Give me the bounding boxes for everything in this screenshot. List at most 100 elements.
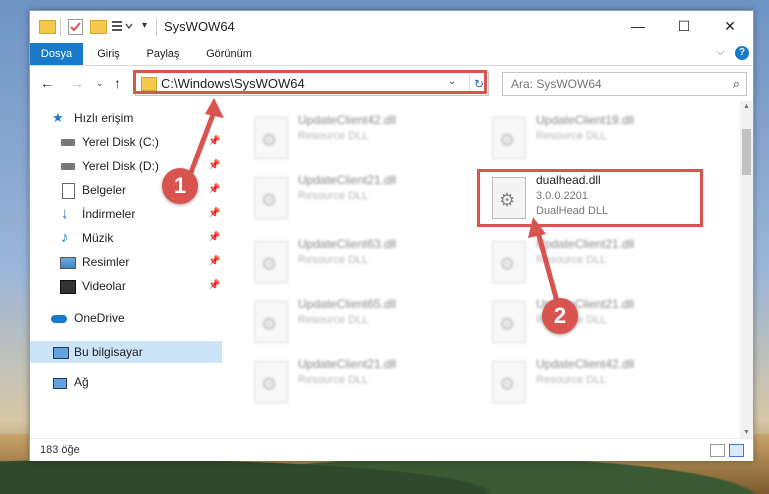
file-type: DualHead DLL — [536, 205, 609, 217]
sidebar-item-disk-c[interactable]: Yerel Disk (C:) 📌 — [30, 131, 222, 153]
star-icon: ★ — [52, 110, 64, 125]
dll-file-icon — [492, 177, 526, 219]
pin-icon: 📌 — [208, 232, 221, 243]
sidebar-item-label: Yerel Disk (D:) — [82, 159, 159, 173]
minimize-button[interactable]: — — [615, 11, 661, 41]
vertical-scrollbar[interactable]: ▲ ▼ — [740, 101, 753, 438]
file-item[interactable]: UpdateClient19.dll Resource DLL — [486, 113, 716, 163]
large-icons-view-icon[interactable] — [729, 444, 744, 457]
file-item[interactable]: UpdateClient65.dll Resource DLL — [248, 297, 478, 347]
computer-icon — [53, 347, 69, 359]
sidebar-item-network[interactable]: Ağ — [30, 371, 222, 393]
sidebar-item-label: Belgeler — [82, 183, 127, 197]
ribbon: Dosya Giriş Paylaş Görünüm ⌵ ? — [30, 43, 753, 66]
tab-home[interactable]: Giriş — [86, 43, 131, 65]
music-icon: ♪ — [61, 229, 69, 246]
dll-file-icon — [254, 361, 288, 403]
address-bar[interactable]: C:\Windows\SysWOW64 ⌄ ↻ — [135, 72, 489, 96]
file-item[interactable]: UpdateClient42.dll Resource DLL — [248, 113, 478, 163]
file-list: UpdateClient42.dll Resource DLL UpdateCl… — [222, 101, 740, 438]
file-item[interactable]: UpdateClient21.dll Resource DLL — [486, 237, 716, 287]
maximize-button[interactable]: ☐ — [661, 11, 707, 41]
sidebar-item-pictures[interactable]: Resimler 📌 — [30, 251, 222, 273]
pin-icon: 📌 — [208, 160, 221, 171]
navigation-pane: ★ Hızlı erişim Yerel Disk (C:) 📌 Yerel D… — [30, 101, 222, 438]
sidebar-item-music[interactable]: ♪ Müzik 📌 — [30, 227, 222, 249]
search-box[interactable]: Ara: SysWOW64 ⌕ — [502, 72, 747, 96]
sidebar-item-label: Yerel Disk (C:) — [82, 135, 159, 149]
close-button[interactable]: ✕ — [707, 11, 753, 41]
scroll-down-icon[interactable]: ▼ — [743, 429, 750, 436]
file-type: Resource DLL — [536, 374, 607, 386]
address-path[interactable]: C:\Windows\SysWOW64 — [161, 76, 305, 91]
details-view-icon[interactable] — [710, 444, 725, 457]
refresh-icon[interactable]: ↻ — [469, 74, 488, 94]
properties-check-icon[interactable] — [68, 19, 83, 35]
customize-toolbar-icon[interactable] — [112, 20, 134, 32]
folder-icon — [141, 77, 157, 91]
new-folder-icon[interactable] — [90, 20, 107, 34]
search-icon[interactable]: ⌕ — [733, 76, 740, 92]
download-icon: ↓ — [61, 205, 69, 222]
title-bar: ▾ SysWOW64 — ☐ ✕ — [30, 11, 753, 43]
status-bar: 183 öğe — [30, 438, 753, 461]
sidebar-item-onedrive[interactable]: OneDrive — [30, 307, 222, 329]
folder-icon — [39, 20, 56, 34]
file-item[interactable]: UpdateClient21.dll Resource DLL — [248, 173, 478, 223]
scroll-up-icon[interactable]: ▲ — [743, 103, 750, 110]
back-button[interactable]: ← — [40, 75, 54, 91]
file-type: Resource DLL — [536, 254, 607, 266]
file-item[interactable]: UpdateClient63.dll Resource DLL — [248, 237, 478, 287]
pin-icon: 📌 — [208, 208, 221, 219]
tab-share[interactable]: Paylaş — [138, 43, 188, 65]
toolbar-separator — [156, 18, 157, 36]
expand-ribbon-icon[interactable]: ⌵ — [716, 46, 724, 59]
file-item[interactable]: UpdateClient21.dll Resource DLL — [486, 297, 716, 347]
network-icon — [53, 378, 67, 389]
sidebar-item-label: Bu bilgisayar — [74, 345, 143, 359]
drive-icon — [61, 163, 75, 170]
file-name: UpdateClient21.dll — [298, 357, 397, 371]
tab-file[interactable]: Dosya — [30, 43, 83, 65]
file-item[interactable]: UpdateClient42.dll Resource DLL — [486, 357, 716, 407]
file-version: 3.0.0.2201 — [536, 190, 588, 202]
dll-file-icon — [254, 241, 288, 283]
tab-view[interactable]: Görünüm — [194, 43, 264, 65]
cloud-icon — [51, 315, 67, 323]
up-button[interactable]: ↑ — [114, 75, 121, 91]
videos-icon — [60, 280, 76, 294]
pin-icon: 📌 — [208, 184, 221, 195]
quick-access-dropdown-icon[interactable]: ▾ — [142, 19, 152, 33]
dll-file-icon — [492, 117, 526, 159]
pictures-icon — [60, 257, 76, 269]
recent-locations-button[interactable]: ⌄ — [96, 78, 104, 89]
callout-badge-2: 2 — [542, 298, 578, 334]
file-item[interactable]: UpdateClient21.dll Resource DLL — [248, 357, 478, 407]
pin-icon: 📌 — [208, 136, 221, 147]
dll-file-icon — [254, 117, 288, 159]
toolbar-separator — [60, 18, 61, 36]
file-name: dualhead.dll — [536, 173, 601, 187]
help-icon[interactable]: ? — [735, 46, 749, 60]
sidebar-item-label: Hızlı erişim — [74, 111, 134, 125]
sidebar-item-downloads[interactable]: ↓ İndirmeler 📌 — [30, 203, 222, 225]
sidebar-item-label: Ağ — [74, 375, 89, 389]
sidebar-item-label: OneDrive — [74, 311, 125, 325]
sidebar-item-label: Müzik — [82, 231, 114, 245]
dll-file-icon — [492, 241, 526, 283]
file-name: UpdateClient19.dll — [536, 113, 635, 127]
sidebar-item-quick-access[interactable]: ★ Hızlı erişim — [30, 107, 222, 129]
dll-file-icon — [254, 177, 288, 219]
drive-icon — [61, 139, 75, 146]
file-name: UpdateClient21.dll — [536, 237, 635, 251]
file-name: UpdateClient42.dll — [536, 357, 635, 371]
sidebar-item-this-pc[interactable]: Bu bilgisayar — [30, 341, 222, 363]
search-input[interactable]: Ara: SysWOW64 — [511, 77, 602, 91]
scroll-thumb[interactable] — [742, 129, 751, 175]
address-dropdown-icon[interactable]: ⌄ — [448, 76, 456, 87]
sidebar-item-videos[interactable]: Videolar 📌 — [30, 275, 222, 297]
item-count: 183 öğe — [40, 444, 80, 456]
forward-button[interactable]: → — [70, 75, 84, 91]
file-item-dualhead[interactable]: dualhead.dll 3.0.0.2201 DualHead DLL — [486, 173, 716, 223]
file-type: Resource DLL — [298, 314, 369, 326]
